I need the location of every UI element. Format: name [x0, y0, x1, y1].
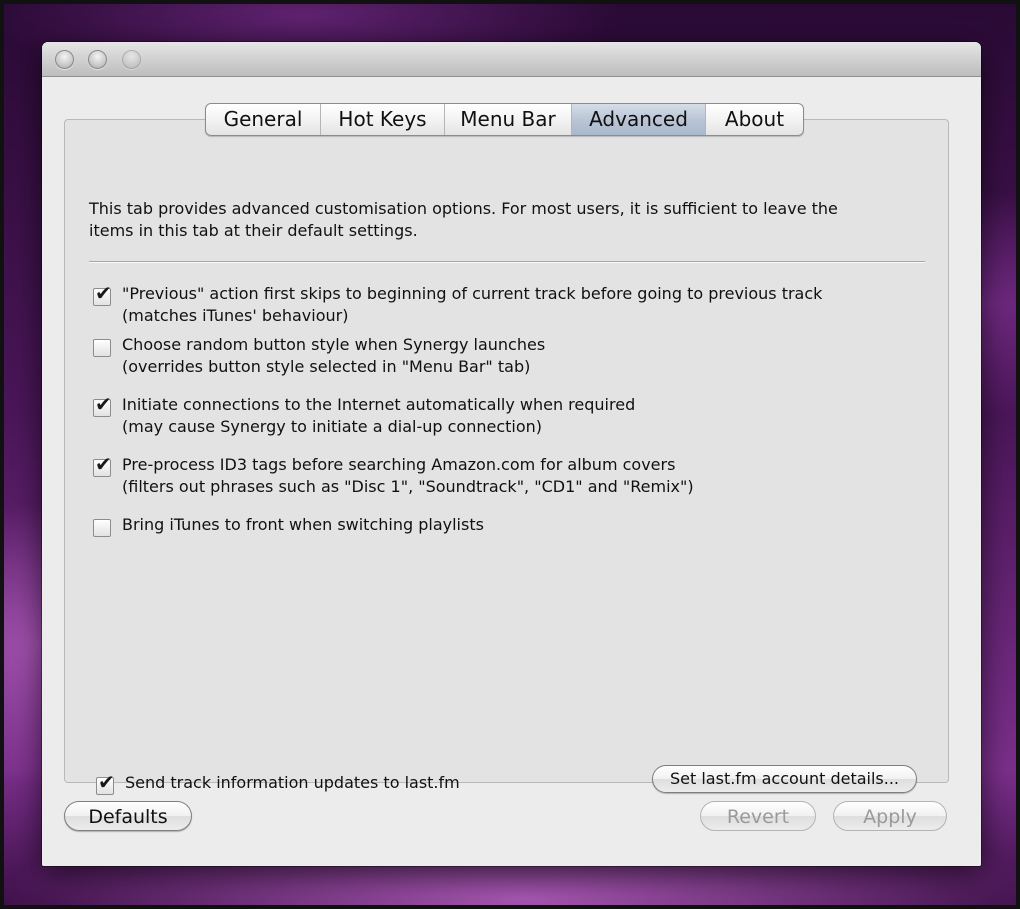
checkbox-bring-itunes-front[interactable] — [93, 519, 111, 537]
checkmark-icon: ✔ — [95, 452, 112, 476]
title-bar[interactable] — [42, 42, 981, 77]
checkmark-icon: ✔ — [95, 281, 112, 305]
checkbox-send-lastfm[interactable]: ✔ — [96, 772, 115, 795]
tab-bar: General Hot Keys Menu Bar Advanced About — [205, 103, 804, 136]
option-label: Send track information updates to last.f… — [125, 773, 460, 792]
intro-line-1: This tab provides advanced customisation… — [89, 199, 838, 218]
tab-advanced[interactable]: Advanced — [572, 104, 706, 135]
option-send-lastfm[interactable]: ✔ Send track information updates to last… — [96, 772, 460, 795]
window-content: General Hot Keys Menu Bar Advanced About… — [42, 77, 981, 866]
checkbox-preprocess-id3[interactable]: ✔ — [93, 454, 112, 477]
option-label: Pre-process ID3 tags before searching Am… — [122, 455, 676, 474]
checkbox-previous-action[interactable]: ✔ — [93, 283, 112, 306]
option-preprocess-id3[interactable]: ✔ Pre-process ID3 tags before searching … — [93, 454, 694, 498]
apply-button[interactable]: Apply — [833, 801, 947, 831]
option-internet-connections[interactable]: ✔ Initiate connections to the Internet a… — [93, 394, 635, 438]
option-random-button-style[interactable]: Choose random button style when Synergy … — [93, 334, 545, 378]
option-previous-action[interactable]: ✔ "Previous" action first skips to begin… — [93, 283, 822, 327]
intro-line-2: items in this tab at their default setti… — [89, 221, 418, 240]
close-button[interactable] — [55, 50, 74, 69]
tab-hot-keys[interactable]: Hot Keys — [321, 104, 445, 135]
advanced-tab-panel: This tab provides advanced customisation… — [64, 119, 949, 795]
option-description: (filters out phrases such as "Disc 1", "… — [122, 477, 694, 496]
checkbox-random-button-style[interactable] — [93, 339, 111, 357]
tab-menu-bar[interactable]: Menu Bar — [445, 104, 572, 135]
zoom-button[interactable] — [122, 50, 141, 69]
preferences-window: General Hot Keys Menu Bar Advanced About… — [42, 42, 981, 866]
option-description: (may cause Synergy to initiate a dial-up… — [122, 417, 543, 436]
option-label: Initiate connections to the Internet aut… — [122, 395, 636, 414]
option-label: Bring iTunes to front when switching pla… — [122, 515, 484, 534]
checkmark-icon: ✔ — [98, 770, 115, 794]
option-bring-itunes-front[interactable]: Bring iTunes to front when switching pla… — [93, 514, 484, 537]
intro-text: This tab provides advanced customisation… — [89, 198, 919, 242]
defaults-button[interactable]: Defaults — [64, 801, 192, 831]
revert-button[interactable]: Revert — [700, 801, 816, 831]
separator — [89, 261, 925, 263]
checkbox-internet-connections[interactable]: ✔ — [93, 394, 112, 417]
option-label: Choose random button style when Synergy … — [122, 335, 546, 354]
option-description: (matches iTunes' behaviour) — [122, 306, 349, 325]
desktop-background: General Hot Keys Menu Bar Advanced About… — [0, 0, 1020, 909]
tab-general[interactable]: General — [206, 104, 321, 135]
set-lastfm-account-button[interactable]: Set last.fm account details... — [652, 765, 917, 793]
checkmark-icon: ✔ — [95, 392, 112, 416]
option-label: "Previous" action first skips to beginni… — [122, 284, 823, 303]
tab-about[interactable]: About — [706, 104, 803, 135]
minimize-button[interactable] — [88, 50, 107, 69]
option-description: (overrides button style selected in "Men… — [122, 357, 531, 376]
